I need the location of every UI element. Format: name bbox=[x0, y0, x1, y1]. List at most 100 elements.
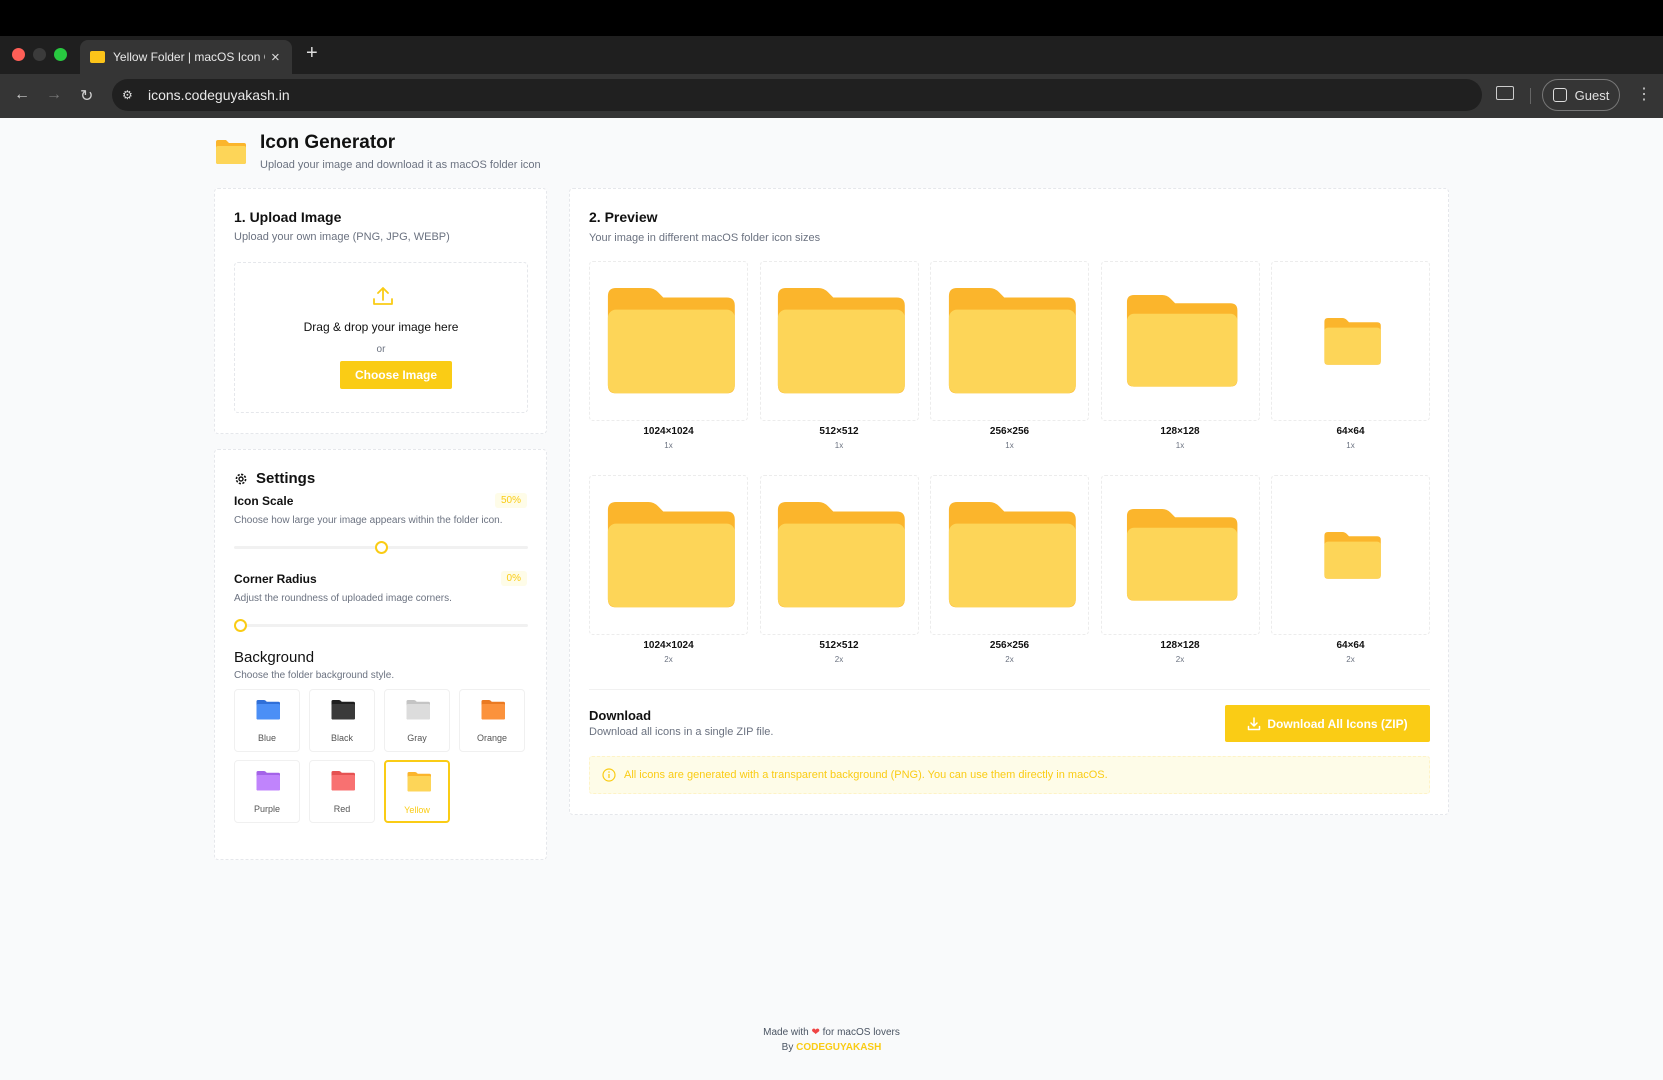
choose-image-button[interactable]: Choose Image bbox=[340, 361, 452, 389]
minimize-window-button[interactable] bbox=[33, 48, 46, 61]
close-window-button[interactable] bbox=[12, 48, 25, 61]
background-option-label: Gray bbox=[407, 733, 427, 743]
background-option-label: Orange bbox=[476, 733, 508, 743]
icon-scale-label: Icon Scale bbox=[234, 494, 294, 508]
preview-scale-label: 1x bbox=[1005, 441, 1014, 450]
background-option-black[interactable]: Black bbox=[309, 689, 375, 752]
icon-scale-description: Choose how large your image appears with… bbox=[234, 515, 503, 526]
info-icon bbox=[602, 768, 616, 782]
background-option-red[interactable]: Red bbox=[309, 760, 375, 823]
folder-blue-icon bbox=[256, 700, 280, 720]
page-subtitle: Upload your image and download it as mac… bbox=[260, 159, 541, 171]
site-settings-icon[interactable]: ⚙ bbox=[122, 88, 138, 102]
author-link[interactable]: CODEGUYAKASH bbox=[796, 1042, 881, 1053]
background-option-orange[interactable]: Orange bbox=[459, 689, 525, 752]
browser-tab-strip: Yellow Folder | macOS Icon G × + bbox=[0, 36, 1663, 74]
gear-icon bbox=[235, 473, 247, 484]
more-menu-icon[interactable]: ⋮ bbox=[1636, 84, 1652, 104]
browser-tab[interactable]: Yellow Folder | macOS Icon G × bbox=[80, 40, 292, 74]
corner-radius-slider-thumb[interactable] bbox=[234, 619, 247, 632]
icon-scale-slider-thumb[interactable] bbox=[374, 541, 388, 554]
or-text: or bbox=[376, 344, 386, 355]
background-option-purple[interactable]: Purple bbox=[234, 760, 300, 823]
person-icon bbox=[1552, 88, 1567, 102]
preview-scale-label: 1x bbox=[1346, 441, 1355, 450]
settings-heading: Settings bbox=[234, 470, 315, 487]
profile-label: Guest bbox=[1574, 87, 1610, 103]
upload-card: 1. Upload Image Upload your own image (P… bbox=[214, 188, 547, 434]
icon-scale-value: 50% bbox=[494, 493, 527, 508]
dropzone[interactable]: Drag & drop your image here or Choose Im… bbox=[234, 262, 528, 413]
preview-tile bbox=[1271, 475, 1430, 635]
icon-scale-slider[interactable] bbox=[234, 541, 528, 554]
footer: Made with ❤ for macOS lovers By CODEGUYA… bbox=[0, 1025, 1663, 1055]
folder-gray-icon bbox=[406, 700, 430, 720]
corner-radius-label: Corner Radius bbox=[234, 572, 317, 586]
folder-logo-icon bbox=[216, 140, 246, 164]
preview-tile bbox=[589, 261, 748, 421]
corner-radius-slider[interactable] bbox=[234, 619, 528, 632]
maximize-window-button[interactable] bbox=[54, 48, 67, 61]
drop-text: Drag & drop your image here bbox=[303, 320, 459, 334]
background-option-label: Red bbox=[333, 804, 351, 814]
background-option-label: Yellow bbox=[404, 805, 430, 815]
folder-icon bbox=[607, 502, 735, 608]
folder-yellow-icon bbox=[407, 772, 431, 792]
forward-icon[interactable]: → bbox=[46, 86, 62, 104]
folder-icon bbox=[1323, 318, 1381, 365]
search-tab-icon[interactable] bbox=[1496, 86, 1514, 100]
corner-radius-value: 0% bbox=[500, 571, 527, 586]
preview-size-label: 64×64 bbox=[1336, 426, 1365, 437]
info-note-text: All icons are generated with a transpare… bbox=[624, 769, 1108, 781]
preview-card: 2. Preview Your image in different macOS… bbox=[569, 188, 1449, 815]
background-option-gray[interactable]: Gray bbox=[384, 689, 450, 752]
folder-orange-icon bbox=[481, 700, 505, 720]
download-all-button[interactable]: Download All Icons (ZIP) bbox=[1225, 705, 1430, 742]
preview-tile bbox=[589, 475, 748, 635]
address-bar[interactable]: ⚙ icons.codeguyakash.in bbox=[112, 79, 1482, 111]
background-option-label: Purple bbox=[253, 804, 280, 814]
preview-scale-label: 1x bbox=[834, 441, 844, 450]
preview-scale-label: 2x bbox=[834, 655, 844, 664]
reload-icon[interactable]: ↻ bbox=[80, 86, 93, 106]
page-title: Icon Generator bbox=[260, 132, 396, 153]
background-option-label: Blue bbox=[257, 733, 276, 743]
background-option-blue[interactable]: Blue bbox=[234, 689, 300, 752]
info-note: All icons are generated with a transpare… bbox=[589, 756, 1430, 794]
footer-line-1: Made with ❤ for macOS lovers bbox=[0, 1025, 1663, 1040]
folder-icon bbox=[948, 288, 1076, 394]
preview-scale-label: 2x bbox=[1346, 655, 1355, 664]
preview-size-label: 1024×1024 bbox=[643, 426, 694, 437]
page-header: Icon Generator Upload your image and dow… bbox=[214, 132, 541, 171]
folder-icon bbox=[1126, 295, 1238, 387]
profile-button[interactable]: Guest bbox=[1542, 79, 1620, 111]
preview-tile bbox=[1100, 261, 1260, 421]
preview-scale-label: 1x bbox=[1175, 441, 1185, 450]
new-tab-icon[interactable]: + bbox=[306, 42, 318, 65]
folder-icon bbox=[777, 502, 905, 608]
folder-icon bbox=[1126, 509, 1238, 601]
upload-icon bbox=[373, 287, 393, 305]
folder-red-icon bbox=[331, 771, 355, 791]
divider bbox=[589, 689, 1430, 690]
preview-scale-label: 2x bbox=[1175, 655, 1185, 664]
preview-scale-label: 2x bbox=[664, 655, 673, 664]
preview-size-label: 256×256 bbox=[989, 426, 1030, 437]
upload-title: 1. Upload Image bbox=[234, 209, 342, 225]
folder-black-icon bbox=[331, 700, 355, 720]
preview-tile bbox=[1271, 261, 1430, 421]
footer-for-text: for macOS lovers bbox=[822, 1027, 900, 1038]
preview-title: 2. Preview bbox=[589, 209, 658, 225]
preview-tile bbox=[930, 261, 1089, 421]
back-icon[interactable]: ← bbox=[14, 86, 30, 104]
footer-by: By bbox=[781, 1042, 794, 1053]
background-option-yellow[interactable]: Yellow bbox=[384, 760, 450, 823]
download-title: Download bbox=[589, 708, 652, 723]
preview-scale-label: 2x bbox=[1005, 655, 1014, 664]
close-tab-icon[interactable]: × bbox=[271, 49, 280, 66]
corner-radius-description: Adjust the roundness of uploaded image c… bbox=[234, 593, 452, 604]
preview-size-label: 512×512 bbox=[819, 426, 859, 437]
browser-toolbar: ← → ↻ ⚙ icons.codeguyakash.in Guest ⋮ bbox=[0, 74, 1663, 118]
preview-tile bbox=[1100, 475, 1260, 635]
toolbar-separator bbox=[1530, 88, 1531, 104]
